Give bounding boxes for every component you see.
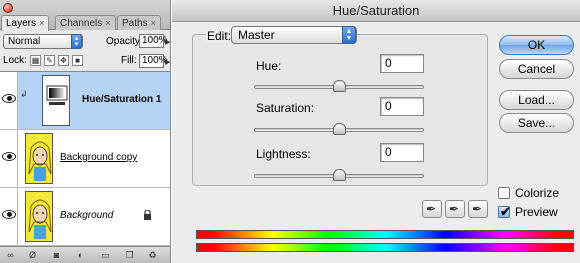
cartoon-thumbnail-image xyxy=(26,192,52,241)
tab-layers[interactable]: Layers × xyxy=(1,15,50,31)
adjustment-icon[interactable]: ◐ xyxy=(75,250,86,261)
saturation-field[interactable]: 0 xyxy=(380,97,424,116)
lock-position-icon[interactable]: ✥ xyxy=(58,55,69,66)
eye-icon xyxy=(2,152,16,161)
ok-button[interactable]: OK xyxy=(499,35,574,55)
layer-row-background[interactable]: Background xyxy=(0,188,170,246)
blend-mode-value: Normal xyxy=(8,36,41,47)
fill-arrow-icon[interactable]: ▶ xyxy=(165,58,170,66)
layer-thumbnail xyxy=(25,133,53,184)
lightness-slider-knob[interactable] xyxy=(333,169,346,181)
eye-icon xyxy=(2,210,16,219)
edit-channel-select[interactable]: Master ▲ ▼ xyxy=(231,26,357,44)
layer-thumbnail xyxy=(25,191,53,242)
panel-tab-bar: Layers × Channels × Paths × xyxy=(0,0,170,31)
opacity-field[interactable]: 100% xyxy=(139,34,168,48)
adjustment-thumbnail xyxy=(42,75,70,126)
layer-row-background-copy[interactable]: Background copy xyxy=(0,130,170,188)
fill-label: Fill: xyxy=(121,55,137,66)
layers-panel: Layers × Channels × Paths × Normal ▲ ▼ Opaci… xyxy=(0,0,171,263)
mask-icon[interactable]: ◙ xyxy=(51,250,62,261)
layer-row-hue-saturation[interactable]: ↲ Hue/Saturation 1 xyxy=(0,72,170,130)
tab-close-icon[interactable]: × xyxy=(105,18,110,28)
tab-paths[interactable]: Paths × xyxy=(117,15,161,30)
layer-name[interactable]: Background copy xyxy=(60,152,137,163)
lock-label: Lock: xyxy=(3,55,27,66)
cartoon-thumbnail-image xyxy=(26,134,52,183)
lock-pixels-icon[interactable]: ✎ xyxy=(44,55,55,66)
layer-name[interactable]: Background xyxy=(60,210,113,221)
histogram-icon xyxy=(46,85,68,105)
edit-label: Edit: xyxy=(206,29,233,43)
eyedropper-plus-button[interactable]: ✒ xyxy=(445,200,465,218)
tab-label: Channels xyxy=(60,18,103,29)
opacity-label: Opacity: xyxy=(106,36,143,47)
hue-field[interactable]: 0 xyxy=(380,54,424,73)
group-icon[interactable]: ▭ xyxy=(100,250,111,261)
tab-channels[interactable]: Channels × xyxy=(55,15,116,30)
lightness-field[interactable]: 0 xyxy=(380,143,424,162)
tab-label: Layers xyxy=(6,18,37,29)
hue-slider-knob[interactable] xyxy=(333,80,346,92)
visibility-toggle[interactable] xyxy=(0,188,18,245)
link-icon[interactable]: ∞ xyxy=(5,250,16,261)
lightness-label: Lightness: xyxy=(256,147,311,161)
saturation-slider-track[interactable] xyxy=(254,123,424,135)
saturation-slider-knob[interactable] xyxy=(333,123,346,135)
tab-close-icon[interactable]: × xyxy=(39,18,44,28)
preview-label: Preview xyxy=(515,205,558,219)
lock-transparency-icon[interactable]: ▦ xyxy=(30,55,41,66)
trash-icon[interactable]: ♻ xyxy=(147,250,158,261)
lock-row: Lock: ▦ ✎ ✥ ■ Fill: 100% ▶ xyxy=(0,53,170,69)
checkmark-icon: ✔ xyxy=(500,204,511,219)
tab-close-icon[interactable]: × xyxy=(151,18,156,28)
close-icon[interactable] xyxy=(3,3,13,13)
lightness-slider-track[interactable] xyxy=(254,169,424,181)
preview-checkbox[interactable]: ✔ xyxy=(498,204,511,219)
input-color-spectrum xyxy=(196,230,574,239)
new-layer-icon[interactable]: ❐ xyxy=(124,250,135,261)
output-color-spectrum xyxy=(196,243,574,252)
visibility-toggle[interactable] xyxy=(0,130,18,187)
edit-channel-value: Master xyxy=(238,28,275,42)
cancel-button[interactable]: Cancel xyxy=(499,59,574,79)
tab-label: Paths xyxy=(122,18,148,29)
opacity-arrow-icon[interactable]: ▶ xyxy=(165,38,170,46)
eye-icon xyxy=(2,94,16,103)
lock-icon xyxy=(144,210,151,220)
dialog-title: Hue/Saturation xyxy=(172,0,580,22)
load-button[interactable]: Load... xyxy=(499,90,574,110)
eyedropper-button[interactable]: ✒ xyxy=(422,200,442,218)
eyedropper-minus-icon: ✒ xyxy=(472,202,483,216)
adjustment-group-box xyxy=(192,34,488,186)
hue-slider-track[interactable] xyxy=(254,80,424,92)
colorize-label: Colorize xyxy=(515,186,560,200)
eyedropper-icon: ✒ xyxy=(426,202,437,216)
eyedropper-minus-button[interactable]: ✒ xyxy=(468,200,488,218)
visibility-toggle[interactable] xyxy=(0,72,18,129)
colorize-checkbox[interactable] xyxy=(498,187,510,199)
hue-saturation-dialog: Hue/Saturation Edit: Master ▲ ▼ Hue: 0 Sa… xyxy=(172,0,580,263)
chevron-updown-icon: ▲ ▼ xyxy=(342,26,356,44)
layer-name[interactable]: Hue/Saturation 1 xyxy=(82,94,161,105)
fill-field[interactable]: 100% xyxy=(139,54,168,68)
clipping-arrow-icon: ↲ xyxy=(20,89,28,99)
saturation-label: Saturation: xyxy=(256,101,315,115)
chevron-updown-icon: ▲ ▼ xyxy=(71,34,82,49)
blend-mode-select[interactable]: Normal ▲ ▼ xyxy=(3,34,83,49)
layer-list: ↲ Hue/Saturation 1 Background copy Backg… xyxy=(0,71,170,246)
layers-bottom-toolbar: ∞ Ø ◙ ◐ ▭ ❐ ♻ xyxy=(0,246,170,263)
layer-style-icon[interactable]: Ø xyxy=(27,250,38,261)
hue-label: Hue: xyxy=(256,59,282,73)
lock-all-icon[interactable]: ■ xyxy=(72,55,83,66)
save-button[interactable]: Save... xyxy=(499,113,574,133)
eyedropper-plus-icon: ✒ xyxy=(449,202,460,216)
